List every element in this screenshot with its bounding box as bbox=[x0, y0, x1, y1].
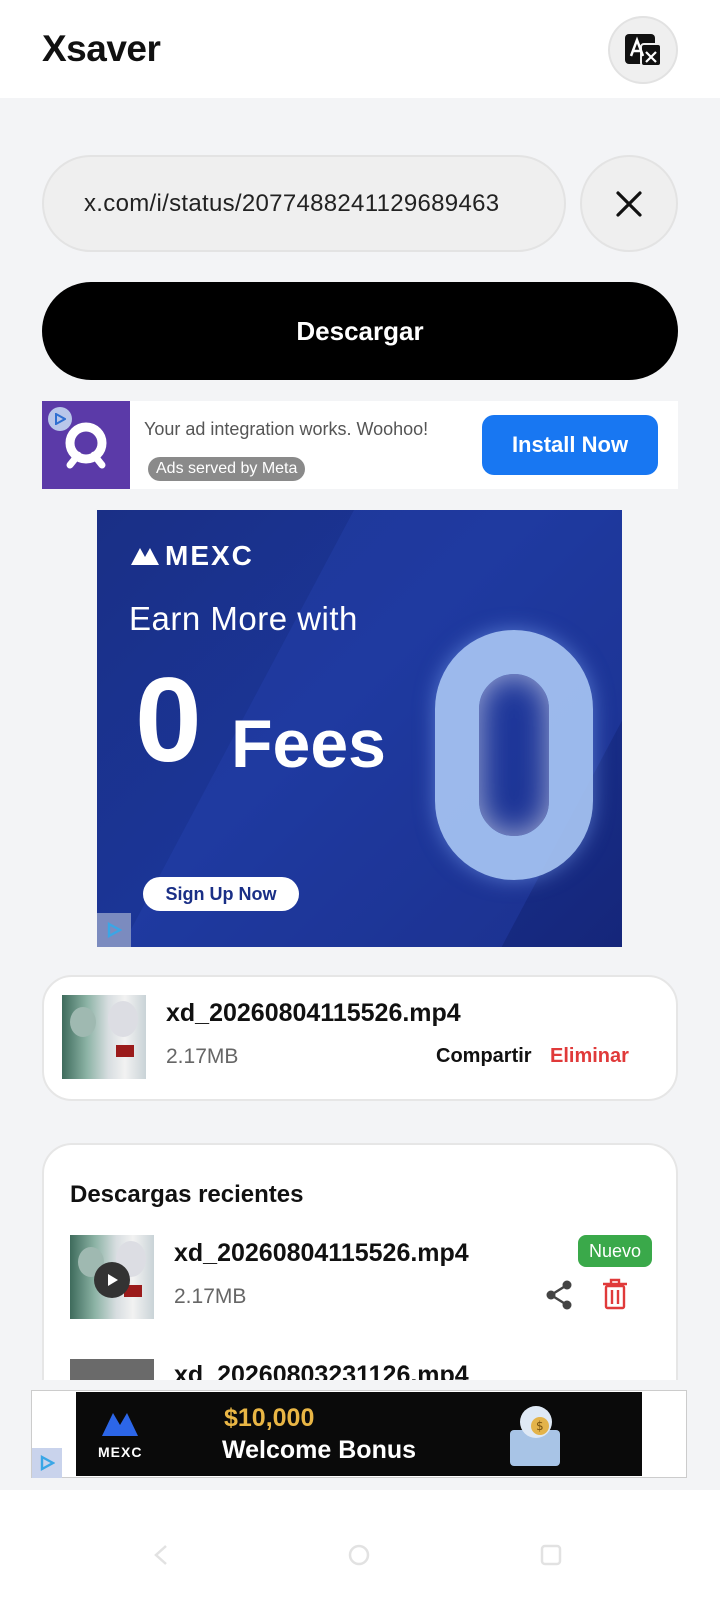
sign-up-button[interactable]: Sign Up Now bbox=[143, 877, 299, 911]
download-button[interactable]: Descargar bbox=[42, 282, 678, 380]
recent-title: Descargas recientes bbox=[70, 1181, 304, 1208]
install-now-button[interactable]: Install Now bbox=[482, 415, 658, 475]
system-nav-bar bbox=[0, 1490, 720, 1604]
app-header: Xsaver bbox=[0, 0, 720, 98]
close-icon bbox=[616, 190, 642, 217]
file-size: 2.17MB bbox=[174, 1285, 247, 1308]
ad-amount: $10,000 bbox=[224, 1404, 315, 1432]
url-input-container[interactable] bbox=[42, 155, 566, 252]
new-badge: Nuevo bbox=[578, 1235, 652, 1267]
translate-icon bbox=[625, 34, 662, 67]
share-button[interactable]: Compartir bbox=[436, 1045, 532, 1068]
ad-info-icon[interactable] bbox=[97, 913, 131, 947]
ad-info-icon[interactable] bbox=[32, 1448, 62, 1478]
video-thumbnail[interactable] bbox=[62, 995, 146, 1079]
mexc-ad-banner[interactable]: MEXC Earn More with 0 Fees Sign Up Now bbox=[97, 510, 622, 947]
ad-text: Your ad integration works. Woohoo! bbox=[144, 419, 429, 439]
home-icon[interactable] bbox=[348, 1544, 370, 1566]
meta-ad-banner[interactable]: Your ad integration works. Woohoo! Ads s… bbox=[42, 401, 678, 489]
ad-image bbox=[42, 401, 130, 489]
mexc-icon bbox=[131, 548, 159, 565]
clear-button[interactable] bbox=[580, 155, 678, 252]
mexc-icon bbox=[102, 1413, 138, 1436]
url-input[interactable] bbox=[84, 189, 534, 218]
file-name: xd_20260803231126.mp4 bbox=[174, 1361, 469, 1380]
recent-downloads-card: Descargas recientes xd_20260804115526.mp… bbox=[42, 1143, 678, 1380]
file-size: 2.17MB bbox=[166, 1045, 239, 1068]
ad-image: MEXC $10,000 Welcome Bonus $ bbox=[76, 1392, 642, 1476]
share-icon[interactable] bbox=[544, 1279, 574, 1311]
list-item[interactable]: xd_20260804115526.mp4 2.17MB Nuevo bbox=[44, 1235, 676, 1325]
ad-headline: Earn More with bbox=[129, 600, 358, 637]
mexc-bottom-ad[interactable]: MEXC $10,000 Welcome Bonus $ bbox=[31, 1390, 687, 1478]
video-thumbnail[interactable] bbox=[70, 1359, 154, 1380]
mexc-logo: MEXC bbox=[129, 540, 254, 572]
ad-fees-text: Fees bbox=[231, 706, 386, 782]
ad-headline: Welcome Bonus bbox=[222, 1436, 417, 1464]
recents-icon[interactable] bbox=[540, 1544, 562, 1566]
ad-zero-graphic bbox=[435, 630, 593, 880]
svg-text:$: $ bbox=[536, 1419, 544, 1433]
video-thumbnail[interactable] bbox=[70, 1235, 154, 1319]
downloaded-file-card: xd_20260804115526.mp4 2.17MB Compartir E… bbox=[42, 975, 678, 1101]
list-item[interactable]: xd_20260803231126.mp4 bbox=[44, 1359, 676, 1380]
trash-icon[interactable] bbox=[600, 1277, 630, 1311]
file-name: xd_20260804115526.mp4 bbox=[174, 1239, 469, 1267]
gift-box-icon: $ bbox=[510, 1406, 560, 1466]
delete-button[interactable]: Eliminar bbox=[550, 1045, 629, 1068]
play-icon[interactable] bbox=[94, 1262, 130, 1298]
app-logo: Xsaver bbox=[42, 28, 161, 69]
ad-zero-text: 0 bbox=[135, 653, 202, 787]
mexc-logo: MEXC bbox=[98, 1444, 143, 1460]
back-icon[interactable] bbox=[152, 1544, 170, 1566]
translate-button[interactable] bbox=[608, 16, 678, 84]
ad-app-icon bbox=[65, 422, 107, 469]
file-name: xd_20260804115526.mp4 bbox=[166, 999, 461, 1027]
ad-tag: Ads served by Meta bbox=[148, 457, 306, 481]
